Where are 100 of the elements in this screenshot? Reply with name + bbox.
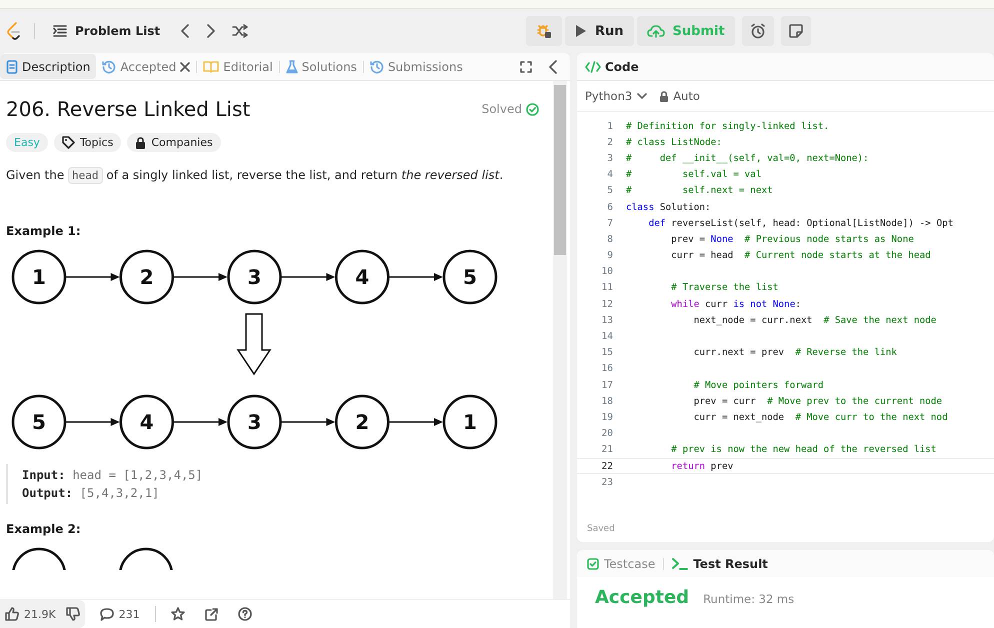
arrow [389, 418, 443, 426]
fullscreen-button[interactable] [518, 58, 534, 74]
arrow [66, 273, 120, 281]
lock-icon [659, 90, 670, 102]
panel-tab[interactable]: Solutions [280, 54, 363, 79]
code-text: # def __init__(self, val=0, next=None): [626, 152, 869, 164]
debug-button[interactable] [526, 16, 562, 46]
code-text: class Solution: [626, 202, 711, 213]
code-text: prev = curr # Move prev to the current node [692, 396, 942, 407]
arrow [282, 418, 336, 426]
arrow [389, 273, 443, 281]
line-number: 18 [600, 396, 613, 407]
thumbs-up-icon [5, 607, 19, 621]
example-output-text: Output: [5,4,3,2,1] [22, 485, 160, 502]
example-title: Example 2: [6, 522, 82, 536]
shuffle-button[interactable] [230, 22, 250, 40]
problem-title: 206. Reverse Linked List [6, 97, 250, 121]
line-number: 2 [606, 136, 613, 148]
verdict-text: Accepted [595, 587, 690, 608]
code-icon [585, 60, 601, 72]
code-text: # Definition for singly-linked list. [626, 120, 830, 132]
lock-icon [135, 136, 146, 148]
code-text: # class ListNode: [626, 136, 722, 148]
line-number: 15 [600, 347, 613, 358]
line-number: 7 [606, 218, 613, 229]
help-icon [238, 607, 252, 621]
terminal-icon [672, 558, 688, 570]
line-number: 1 [606, 120, 613, 132]
line-number: 20 [600, 428, 613, 440]
code-text: return prev [670, 460, 734, 472]
code-text: # prev is now the new head of the reversed list [670, 444, 936, 456]
chevron-down-icon [637, 93, 648, 99]
share-icon [204, 608, 218, 620]
panel-tab[interactable]: Accepted [96, 54, 196, 79]
language-dropdown[interactable]: Python3 [585, 89, 648, 103]
list-menu-icon [53, 25, 67, 37]
history-icon [102, 60, 116, 74]
list-node: 1 [12, 250, 66, 304]
panel-tab[interactable]: Description [0, 54, 96, 79]
line-number: 5 [606, 185, 613, 196]
notes-button[interactable] [780, 16, 811, 46]
run-button[interactable]: Run [565, 16, 634, 46]
list-node: 5 [12, 394, 66, 450]
arrow [66, 418, 120, 426]
scrollbar[interactable] [553, 81, 567, 599]
runtime-text: Runtime: 32 ms [703, 592, 794, 606]
down-arrow [236, 313, 272, 376]
line-number: 8 [606, 234, 613, 245]
line-number: 9 [606, 250, 613, 262]
save-status: Saved [586, 524, 616, 536]
mode-label: Auto [673, 89, 700, 103]
arrow [282, 273, 336, 281]
problem-list-button[interactable]: Problem List [47, 24, 166, 38]
line-number: 10 [600, 266, 613, 278]
code-text: prev = None # Previous node starts as None [670, 234, 914, 245]
line-number: 21 [600, 444, 613, 456]
list-node: 3 [227, 394, 282, 450]
list-node: 4 [335, 250, 390, 304]
code-tab-label: Code [605, 60, 639, 74]
timer-button[interactable] [742, 16, 774, 46]
code-text: # Move pointers forward [692, 380, 824, 391]
code-text: # self.next = next [626, 185, 773, 196]
line-number: 4 [606, 169, 613, 180]
book-icon [203, 60, 220, 73]
chevron-left-icon [548, 60, 558, 74]
list-node: 1 [442, 394, 498, 450]
example-input-text: Input: head = [1,2,3,4,5] [22, 467, 204, 484]
cloud-upload-icon [646, 24, 665, 38]
line-number: 11 [600, 282, 613, 294]
check-circle-icon [526, 102, 539, 116]
line-number: 6 [606, 202, 613, 213]
code-text: curr.next = prev # Reverse the link [692, 347, 897, 358]
chevron-left-icon [180, 24, 190, 38]
line-number: 22 [600, 460, 613, 472]
history-icon [370, 60, 384, 74]
shuffle-icon [232, 24, 248, 38]
line-number: 17 [600, 380, 613, 391]
line-number: 3 [606, 152, 613, 164]
panel-tab[interactable]: Editorial [197, 54, 279, 79]
flask-icon [286, 60, 298, 74]
fullscreen-icon [520, 60, 532, 72]
line-number: 19 [600, 412, 613, 423]
tag-button[interactable]: Topics [54, 133, 122, 152]
document-icon [6, 60, 18, 74]
list-node: 2 [335, 394, 390, 450]
code-text: def reverseList(self, head: Optional[ListNode]) -> Opt [648, 218, 954, 229]
code-text: # Traverse the list [670, 282, 778, 294]
result-tab[interactable]: Test Result [670, 556, 770, 570]
chevron-right-icon [206, 24, 216, 38]
tag-icon [62, 136, 75, 149]
code-text: curr = next_node # Move curr to the next nod [692, 412, 948, 423]
scrollbar-thumb[interactable] [554, 85, 566, 255]
list-node: 5 [442, 250, 498, 304]
list-node: 4 [120, 394, 174, 450]
comments-button[interactable]: 231 [94, 608, 145, 620]
panel-tab[interactable]: Submissions [364, 54, 469, 79]
line-number: 23 [600, 476, 613, 488]
tag-button[interactable]: Companies [127, 133, 221, 152]
note-icon [788, 24, 803, 38]
solved-label: Solved [482, 102, 522, 116]
